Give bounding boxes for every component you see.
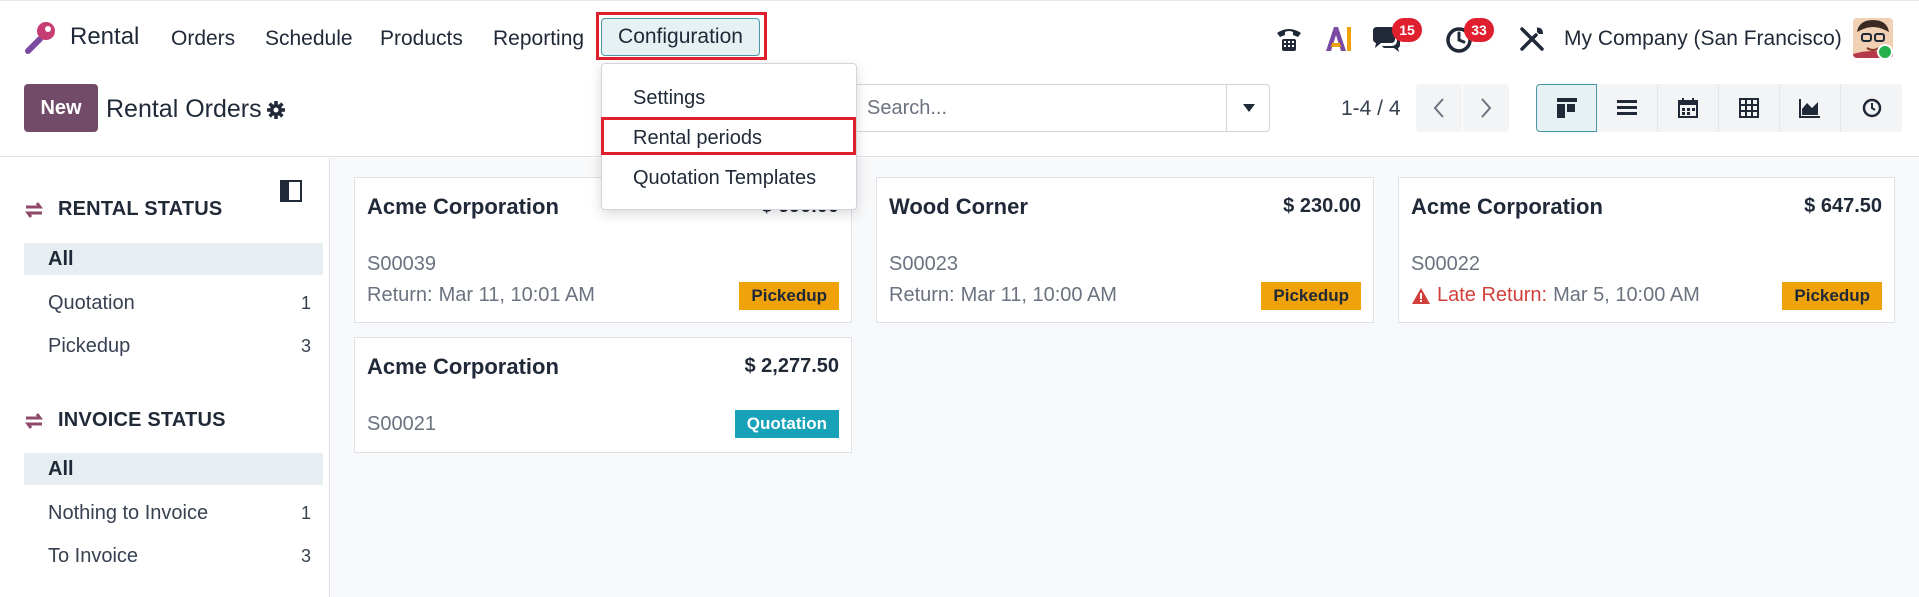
card-customer: Acme Corporation — [1411, 194, 1603, 219]
messages-badge: 15 — [1392, 18, 1422, 42]
card-customer: Acme Corporation — [367, 354, 559, 379]
app-name: Rental — [70, 23, 140, 50]
kanban-card[interactable]: Acme Corporation $ 647.50 S00022 Late Re… — [1398, 177, 1895, 323]
rental-status-title: RENTAL STATUS — [58, 198, 223, 220]
menu-schedule[interactable]: Schedule — [265, 27, 353, 51]
graph-view-button[interactable] — [1780, 84, 1841, 132]
gear-icon[interactable] — [266, 100, 286, 120]
page-title[interactable]: Rental Orders — [106, 95, 262, 124]
card-customer: Acme Corporation — [367, 194, 559, 219]
card-return: Return: Mar 11, 10:01 AM — [367, 284, 595, 307]
card-customer: Wood Corner — [889, 194, 1028, 219]
search-options-toggle[interactable] — [1226, 85, 1270, 131]
card-reference: S00023 — [889, 253, 958, 275]
card-reference: S00022 — [1411, 253, 1480, 275]
filter-invoice-all[interactable]: All — [24, 453, 323, 485]
menu-orders[interactable]: Orders — [171, 27, 235, 51]
filter-label: All — [48, 457, 74, 480]
status-badge: Pickedup — [1261, 282, 1361, 310]
activity-view-button[interactable] — [1841, 84, 1902, 132]
configuration-dropdown: Settings Rental periods Quotation Templa… — [601, 63, 857, 210]
exchange-icon — [25, 412, 43, 429]
online-status-dot — [1877, 44, 1893, 60]
status-badge: Pickedup — [1782, 282, 1882, 310]
card-return: Return: Mar 11, 10:00 AM — [889, 284, 1117, 307]
list-view-button[interactable] — [1597, 84, 1658, 132]
chevron-left-icon — [1433, 98, 1444, 118]
filter-label: All — [48, 247, 74, 270]
activities-badge: 33 — [1464, 18, 1494, 42]
pivot-view-icon — [1739, 98, 1759, 118]
pager-previous-button[interactable] — [1416, 84, 1462, 132]
phone-icon[interactable] — [1273, 23, 1305, 55]
return-label: Late Return: — [1437, 284, 1548, 306]
kanban-card[interactable]: Wood Corner $ 230.00 S00023 Return: Mar … — [876, 177, 1374, 323]
control-panel: New Rental Orders 1-4 / 4 — [0, 77, 1919, 157]
search-input[interactable] — [867, 85, 1227, 131]
filter-rental-quotation[interactable]: Quotation 1 — [24, 287, 323, 319]
dropdown-item-rental-periods[interactable]: Rental periods — [602, 120, 856, 156]
calendar-view-icon — [1678, 98, 1698, 118]
filter-label: Pickedup — [48, 334, 131, 357]
status-badge: Quotation — [734, 410, 839, 438]
filter-rental-pickedup[interactable]: Pickedup 3 — [24, 330, 323, 362]
filter-count: 3 — [300, 335, 311, 356]
search-bar — [850, 84, 1270, 132]
return-date: Mar 5, 10:00 AM — [1553, 284, 1700, 306]
app-brand[interactable]: Rental — [22, 19, 139, 55]
return-label: Return: — [367, 284, 433, 306]
calendar-view-button[interactable] — [1658, 84, 1719, 132]
card-amount: $ 230.00 — [1283, 195, 1361, 217]
rental-app-icon — [25, 22, 55, 54]
pager-value[interactable]: 1-4 / 4 — [1341, 97, 1401, 121]
company-switcher[interactable]: My Company (San Francisco) — [1564, 27, 1842, 51]
dropdown-item-settings[interactable]: Settings — [602, 80, 856, 116]
return-label: Return: — [889, 284, 955, 306]
return-date: Mar 11, 10:01 AM — [438, 284, 595, 306]
kanban-view-icon — [1556, 98, 1577, 118]
filter-label: Nothing to Invoice — [48, 501, 209, 524]
warning-icon — [1412, 287, 1430, 304]
pivot-view-button[interactable] — [1719, 84, 1780, 132]
new-button[interactable]: New — [24, 84, 98, 132]
kanban-view: Acme Corporation $ 690.00 S00039 Return:… — [331, 158, 1919, 597]
menu-products[interactable]: Products — [380, 27, 463, 51]
rental-status-heading: RENTAL STATUS — [22, 198, 222, 221]
search-panel-sidebar: RENTAL STATUS All Quotation 1 Pickedup 3… — [0, 158, 330, 597]
filter-count: 3 — [300, 545, 311, 566]
top-navbar: Rental Orders Schedule Products Reportin… — [0, 0, 1919, 77]
return-date: Mar 11, 10:00 AM — [960, 284, 1117, 306]
ai-icon[interactable] — [1322, 23, 1354, 55]
filter-count: 1 — [300, 292, 311, 313]
kanban-card[interactable]: Acme Corporation $ 2,277.50 S00021 Quota… — [354, 337, 852, 453]
card-amount: $ 647.50 — [1804, 195, 1882, 217]
status-badge: Pickedup — [739, 282, 839, 310]
card-amount: $ 2,277.50 — [744, 355, 839, 377]
caret-down-icon — [1242, 104, 1255, 112]
menu-reporting[interactable]: Reporting — [493, 27, 584, 51]
filter-invoice-nothing[interactable]: Nothing to Invoice 1 — [24, 497, 323, 529]
filter-count: 1 — [300, 502, 311, 523]
exchange-icon — [25, 201, 43, 218]
filter-rental-all[interactable]: All — [24, 243, 323, 275]
dropdown-item-quotation-templates[interactable]: Quotation Templates — [602, 160, 856, 196]
menu-configuration[interactable]: Configuration — [601, 18, 760, 56]
activity-view-icon — [1862, 98, 1881, 118]
kanban-view-button[interactable] — [1536, 84, 1597, 132]
filter-label: To Invoice — [48, 544, 139, 567]
card-reference: S00021 — [367, 413, 436, 435]
sidebar-collapse-icon[interactable] — [280, 180, 302, 202]
chevron-right-icon — [1481, 98, 1492, 118]
card-return: Late Return: Mar 5, 10:00 AM — [1411, 284, 1700, 307]
list-view-icon — [1617, 100, 1637, 115]
tools-icon[interactable] — [1516, 23, 1548, 55]
card-reference: S00039 — [367, 253, 436, 275]
invoice-status-title: INVOICE STATUS — [58, 409, 226, 431]
graph-view-icon — [1799, 99, 1820, 118]
filter-invoice-to-invoice[interactable]: To Invoice 3 — [24, 540, 323, 572]
pager-next-button[interactable] — [1463, 84, 1509, 132]
invoice-status-heading: INVOICE STATUS — [22, 409, 226, 432]
filter-label: Quotation — [48, 291, 135, 314]
